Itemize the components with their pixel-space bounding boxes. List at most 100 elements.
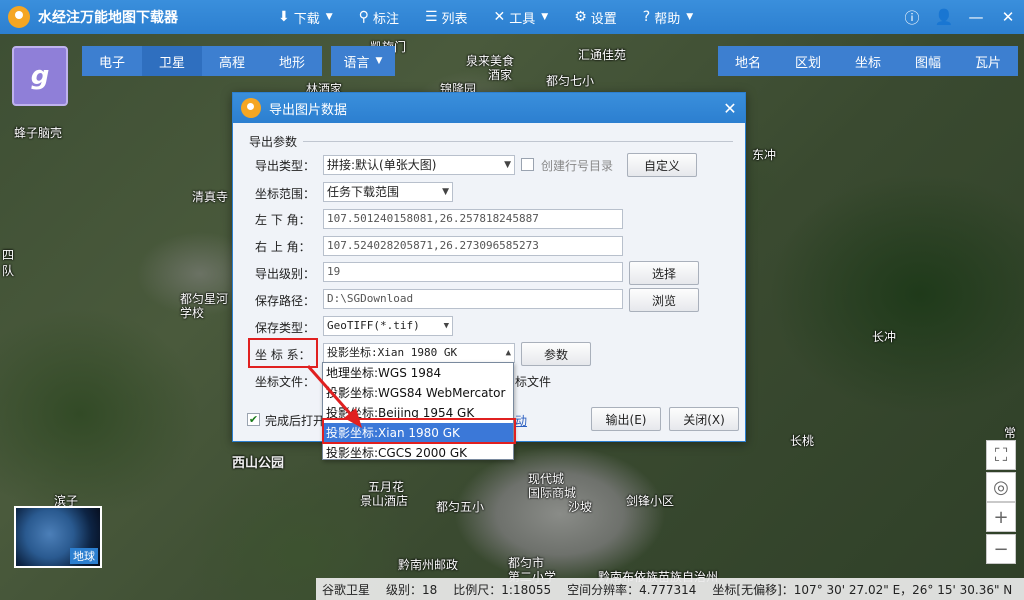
chevron-down-icon: ▼ [325, 12, 333, 22]
app-logo: g [12, 46, 68, 106]
language-label: 语言 [343, 55, 370, 71]
map-label: 清真寺 [192, 190, 229, 204]
tool-coordinate[interactable]: 坐标 [838, 46, 898, 76]
chevron-down-icon: ▼ [504, 160, 511, 170]
close-icon[interactable]: ✕ [715, 99, 745, 118]
menu-settings[interactable]: ⚙ 设置 [574, 8, 617, 27]
tool-mapsheet[interactable]: 图幅 [898, 46, 958, 76]
create-rowcol-checkbox[interactable] [521, 158, 534, 171]
menu-help[interactable]: ? 帮助 ▼ [643, 8, 693, 27]
tool-placename[interactable]: 地名 [718, 46, 778, 76]
coord-sys-option[interactable]: 投影坐标:CGCS 2000 GK [323, 443, 513, 463]
map-label: 四 [2, 248, 15, 262]
minimize-icon[interactable]: — [960, 0, 992, 34]
user-icon[interactable]: 👤 [928, 0, 960, 34]
globe-thumbnail[interactable]: 地球 [14, 506, 102, 568]
menu-label: 设置 [590, 11, 617, 27]
tab-satellite[interactable]: 卫星 [142, 46, 202, 76]
tab-electronic[interactable]: 电子 [82, 46, 142, 76]
save-type-select[interactable]: GeoTIFF(*.tif) ▼ [323, 316, 453, 336]
menu-list[interactable]: ☰ 列表 [425, 8, 468, 27]
status-source: 谷歌卫星 [322, 582, 371, 597]
lower-left-input[interactable]: 107.501240158081,26.257818245887 [323, 209, 623, 229]
map-label: 蜂子脑壳 [14, 126, 63, 140]
level-input[interactable]: 19 [323, 262, 623, 282]
range-value: 任务下载范围 [327, 185, 400, 199]
map-label: 黔南州邮政 [398, 558, 459, 572]
download-icon: ⬇ [278, 9, 290, 25]
map-label: 都匀五小 [436, 500, 485, 514]
menu-annotate[interactable]: ⚲ 标注 [359, 8, 399, 27]
title-bar: 水经注万能地图下载器 ⬇ 下载 ▼ ⚲ 标注 ☰ 列表 ✕ 工具 ▼ ⚙ 设置 … [0, 0, 1024, 34]
map-label: 学校 [180, 306, 205, 320]
tab-elevation[interactable]: 高程 [202, 46, 262, 76]
chevron-down-icon: ▼ [442, 187, 449, 197]
tool-district[interactable]: 区划 [778, 46, 838, 76]
upper-right-input[interactable]: 107.524028205871,26.273096585273 [323, 236, 623, 256]
map-label: 沙坡 [568, 500, 593, 514]
save-type-value: GeoTIFF(*.tif) [327, 319, 420, 332]
chevron-down-icon: ▼ [375, 56, 383, 66]
section-divider [303, 141, 733, 142]
customize-button[interactable]: 自定义 [627, 153, 697, 177]
map-label: 酒家 [488, 68, 513, 82]
pin-icon: ⚲ [358, 9, 369, 25]
range-select[interactable]: 任务下载范围 ▼ [323, 182, 453, 202]
menu-download[interactable]: ⬇ 下载 ▼ [278, 8, 333, 27]
fullscreen-icon[interactable]: ⛶ [986, 440, 1016, 470]
status-coords: 坐标[无偏移]：107° 30' 27.02" E，26° 15' 30.36"… [712, 582, 1013, 597]
export-type-value: 拼接:默认(单张大图) [327, 158, 437, 172]
close-button[interactable]: 关闭(X) [669, 407, 739, 431]
close-icon[interactable]: ✕ [992, 0, 1024, 34]
link-fragment[interactable]: 动 [515, 412, 527, 429]
status-resolution: 空间分辨率：4.777314 [567, 582, 697, 597]
save-path-input[interactable]: D:\SGDownload [323, 289, 623, 309]
info-icon[interactable]: ⓘ [896, 0, 928, 34]
status-bar: 谷歌卫星 级别：18 比例尺：1:18055 空间分辨率：4.777314 坐标… [316, 578, 1024, 600]
red-arrow-icon [306, 365, 362, 428]
language-button[interactable]: 语言 ▼ [331, 46, 395, 76]
chevron-down-icon: ▼ [443, 321, 449, 331]
coord-sys-value: 投影坐标:Xian 1980 GK [327, 346, 458, 359]
locate-icon[interactable]: ◎ [986, 472, 1016, 502]
dialog-title: 导出图片数据 [269, 102, 348, 118]
map-type-bar: 电子 卫星 高程 地形 [82, 46, 322, 76]
tab-terrain[interactable]: 地形 [262, 46, 322, 76]
map-tools-bar: 地名 区划 坐标 图幅 瓦片 [718, 46, 1018, 76]
app-logo-icon [8, 6, 30, 28]
level-label: 导出级别： [255, 267, 316, 281]
select-level-button[interactable]: 选择 [629, 261, 699, 285]
zoom-in-icon[interactable]: + [986, 502, 1016, 532]
export-type-select[interactable]: 拼接:默认(单张大图) ▼ [323, 155, 515, 175]
chevron-down-icon: ▼ [541, 12, 549, 22]
map-label: 东冲 [752, 148, 777, 162]
chevron-down-icon: ▼ [686, 12, 694, 22]
zoom-out-icon[interactable]: − [986, 534, 1016, 564]
map-label: 剑锋小区 [626, 494, 675, 508]
export-button[interactable]: 输出(E) [591, 407, 661, 431]
coord-file-suffix: 标文件 [515, 375, 552, 389]
tool-tile[interactable]: 瓦片 [958, 46, 1018, 76]
map-label: 常 [1004, 426, 1017, 440]
upper-right-label: 右 上 角： [255, 240, 311, 254]
map-label: 队 [2, 264, 15, 278]
params-button[interactable]: 参数 [521, 342, 591, 366]
menu-label: 帮助 [654, 11, 681, 27]
map-label: 景山酒店 [360, 494, 409, 508]
gear-icon: ⚙ [574, 9, 587, 25]
menu-label: 标注 [372, 11, 399, 27]
map-label-park: 西山公园 [232, 456, 285, 471]
map-label: 长冲 [872, 330, 897, 344]
help-icon: ? [642, 9, 651, 25]
app-title: 水经注万能地图下载器 [38, 10, 178, 26]
section-title: 导出参数 [249, 135, 298, 149]
status-scale: 比例尺：1:18055 [453, 582, 552, 597]
browse-button[interactable]: 浏览 [629, 288, 699, 312]
list-icon: ☰ [424, 9, 438, 25]
open-after-checkbox[interactable]: ✔ [247, 413, 260, 426]
globe-label: 地球 [70, 548, 98, 564]
save-type-label: 保存类型： [255, 321, 316, 335]
menu-tools[interactable]: ✕ 工具 ▼ [494, 8, 549, 27]
window-controls: ⓘ 👤 — ✕ [896, 0, 1024, 34]
map-label: 长桃 [790, 434, 815, 448]
